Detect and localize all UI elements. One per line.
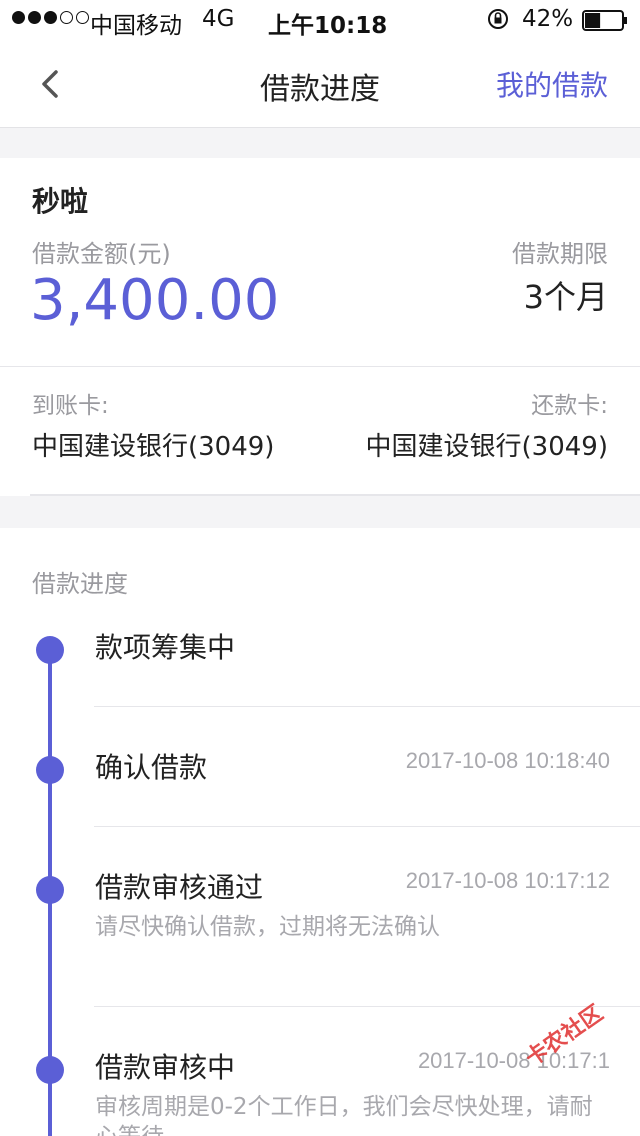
- timeline-node: [36, 756, 64, 784]
- step-description: 审核周期是0-2个工作日，我们会尽快处理，请耐心等待: [95, 1094, 593, 1136]
- signal-strength-icon: [12, 11, 89, 24]
- step-time: 2017-10-08 10:17:12: [405, 868, 610, 893]
- loan-progress-screen: 中国移动 4G 上午10:18 42% 借款进度 我的借款 秒啦 借款金额(元)…: [0, 0, 640, 1136]
- battery-icon: [582, 10, 627, 31]
- timeline-node: [36, 636, 64, 664]
- product-name: 秒啦: [32, 185, 89, 218]
- timeline-node: [36, 1056, 64, 1084]
- loan-term: 3个月: [523, 278, 608, 316]
- status-time: 上午10:18: [268, 13, 388, 39]
- card-divider: [0, 366, 640, 367]
- loan-amount: 3,400.00: [30, 268, 280, 333]
- receive-card-value: 中国建设银行(3049): [32, 432, 275, 462]
- repay-card-value: 中国建设银行(3049): [365, 432, 608, 462]
- timeline-node: [36, 876, 64, 904]
- step-name: 借款审核中: [95, 1051, 236, 1084]
- step-divider: [94, 1006, 640, 1007]
- step-divider: [94, 706, 640, 707]
- card-bottom-divider: [30, 494, 640, 496]
- step-name: 款项筹集中: [95, 631, 236, 664]
- status-bar: 中国移动 4G 上午10:18 42%: [0, 0, 640, 40]
- progress-section-title: 借款进度: [32, 570, 128, 598]
- battery-percentage: 42%: [522, 6, 574, 32]
- step-time: 2017-10-08 10:18:40: [405, 748, 610, 773]
- receive-card-label: 到账卡:: [32, 393, 109, 419]
- amount-label: 借款金额(元): [32, 240, 171, 268]
- rotation-lock-icon: [488, 9, 508, 29]
- network-type: 4G: [202, 6, 235, 32]
- carrier-name: 中国移动: [90, 13, 182, 39]
- loan-summary-card: 秒啦 借款金额(元) 3,400.00 借款期限 3个月 到账卡: 中国建设银行…: [0, 158, 640, 496]
- my-loans-link[interactable]: 我的借款: [496, 64, 608, 104]
- navigation-bar: 借款进度 我的借款: [0, 40, 640, 128]
- step-description: 请尽快确认借款，过期将无法确认: [95, 914, 440, 940]
- step-name: 确认借款: [95, 751, 208, 784]
- step-divider: [94, 826, 640, 827]
- term-label: 借款期限: [512, 240, 608, 268]
- repay-card-label: 还款卡:: [531, 393, 608, 419]
- step-name: 借款审核通过: [95, 871, 264, 904]
